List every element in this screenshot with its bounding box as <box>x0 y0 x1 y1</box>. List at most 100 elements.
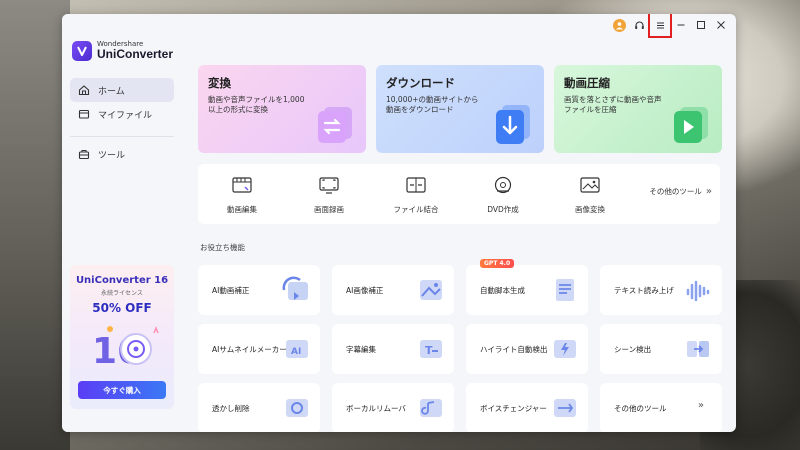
sidebar-item-home[interactable]: ホーム <box>70 78 174 102</box>
chevron-right-icon: » <box>705 186 712 197</box>
script-icon <box>556 279 574 301</box>
card-label: テキスト読み上げ <box>614 286 674 295</box>
menu-button[interactable] <box>648 14 672 38</box>
card-label: ハイライト自動検出 <box>480 345 548 354</box>
card-script-generator[interactable]: GPT 4.0 自動脚本生成 <box>466 259 588 315</box>
video-edit-icon <box>232 177 252 193</box>
card-label: 自動脚本生成 <box>480 286 525 295</box>
product-name: UniConverter <box>97 47 174 61</box>
image-convert-icon <box>580 177 600 193</box>
ai-image-enhance-icon <box>420 280 442 300</box>
tool-file-merge[interactable]: ファイル結合 <box>376 176 456 215</box>
home-icon <box>78 85 90 96</box>
tool-label: 画面録画 <box>314 205 344 214</box>
voice-changer-icon <box>554 399 576 417</box>
card-label: ボーカルリムーバ <box>346 404 406 413</box>
sidebar-divider <box>70 136 174 137</box>
tools-bar: 動画編集 画面録画 ファイル結合 DVD作成 画像変換 その他のツール » <box>198 164 720 224</box>
card-label: シーン検出 <box>614 345 652 354</box>
tool-video-edit[interactable]: 動画編集 <box>202 176 282 215</box>
card-label: AI画像補正 <box>346 286 384 295</box>
scene-icon <box>687 341 709 357</box>
feature-description: 画質を落とさずに動画や音声ファイルを圧縮 <box>564 95 662 114</box>
tool-label: DVD作成 <box>487 205 519 214</box>
highlight-icon <box>554 340 576 358</box>
tool-image-convert[interactable]: 画像変換 <box>550 176 630 215</box>
minimize-icon <box>677 24 685 26</box>
tool-label: ファイル結合 <box>393 205 439 214</box>
headset-icon <box>634 20 644 29</box>
feature-description: 10,000+の動画サイトから動画をダウンロード <box>386 95 479 114</box>
buy-now-button[interactable]: 今すぐ購入 <box>78 381 166 399</box>
promo-offer: 50% OFF <box>92 301 152 315</box>
card-voice-changer[interactable]: ボイスチェンジャー <box>466 383 588 432</box>
feature-card-compress[interactable]: 動画圧縮 画質を落とさずに動画や音声ファイルを圧縮 <box>554 65 722 153</box>
compress-icon <box>674 107 708 143</box>
close-button[interactable] <box>712 16 730 34</box>
folder-icon <box>78 109 90 119</box>
tts-icon <box>686 280 710 302</box>
more-tools-button[interactable]: その他のツール » <box>649 186 712 197</box>
sidebar-item-label: ホーム <box>98 86 125 97</box>
ai-video-enhance-icon <box>282 276 308 300</box>
card-label: 透かし削除 <box>212 404 250 413</box>
app-window: Wondershare UniConverter ホーム マイファイル ツール … <box>62 14 736 432</box>
sidebar-item-myfiles[interactable]: マイファイル <box>70 102 174 126</box>
tool-label: 動画編集 <box>227 205 257 214</box>
support-button[interactable] <box>630 16 648 34</box>
promo-banner[interactable]: UniConverter 16 永続ライセンス 50% OFF 16 今すぐ購入 <box>70 265 174 409</box>
card-ai-thumbnail[interactable]: AIサムネイルメーカー AI <box>198 324 320 374</box>
promo-illustration: 16 <box>70 319 174 372</box>
download-icon <box>496 105 530 144</box>
merge-icon <box>406 177 426 193</box>
tool-dvd[interactable]: DVD作成 <box>463 176 543 215</box>
dvd-icon <box>494 176 512 194</box>
avatar-icon <box>612 18 626 32</box>
thumbnail-icon: AI <box>286 340 308 358</box>
feature-title: 動画圧縮 <box>564 76 610 90</box>
feature-title: ダウンロード <box>386 76 455 90</box>
toolbox-icon <box>78 150 90 160</box>
hamburger-menu-icon <box>656 22 664 28</box>
card-more-tools[interactable]: その他のツール » <box>600 383 722 432</box>
card-subtitle-edit[interactable]: 字幕編集 T <box>332 324 454 374</box>
svg-text:T: T <box>425 344 433 357</box>
feature-card-convert[interactable]: 変換 動画や音声ファイルを1,000以上の形式に変換 <box>198 65 366 153</box>
card-ai-image-enhance[interactable]: AI画像補正 <box>332 265 454 315</box>
logo-icon <box>72 40 92 61</box>
feature-card-download[interactable]: ダウンロード 10,000+の動画サイトから動画をダウンロード <box>376 65 544 153</box>
subtitle-icon: T <box>420 340 442 358</box>
maximize-button[interactable] <box>692 16 710 34</box>
convert-icon <box>318 107 352 143</box>
watermark-icon <box>286 399 308 417</box>
card-label: 字幕編集 <box>346 345 376 354</box>
card-text-to-speech[interactable]: テキスト読み上げ <box>600 265 722 315</box>
card-label: その他のツール <box>614 404 667 413</box>
section-title: お役立ち機能 <box>200 243 245 252</box>
tool-screen-record[interactable]: 画面録画 <box>289 176 369 215</box>
card-vocal-remover[interactable]: ボーカルリムーバ <box>332 383 454 432</box>
card-label: ボイスチェンジャー <box>480 404 547 413</box>
account-button[interactable] <box>610 16 628 34</box>
gpt-badge: GPT 4.0 <box>480 259 515 268</box>
maximize-icon <box>697 21 705 29</box>
card-scene-detect[interactable]: シーン検出 <box>600 324 722 374</box>
sidebar-item-tools[interactable]: ツール <box>70 142 174 166</box>
card-watermark-remove[interactable]: 透かし削除 <box>198 383 320 432</box>
vocal-icon <box>420 399 442 417</box>
main-content: 変換 動画や音声ファイルを1,000以上の形式に変換 ダウンロード 10,000… <box>188 14 736 432</box>
promo-title: UniConverter 16 <box>75 275 169 286</box>
background-left <box>0 0 70 450</box>
card-highlight-detect[interactable]: ハイライト自動検出 <box>466 324 588 374</box>
screen-record-icon <box>319 177 339 194</box>
minimize-button[interactable] <box>672 16 690 34</box>
feature-title: 変換 <box>208 76 231 90</box>
sidebar-item-label: マイファイル <box>98 110 153 121</box>
card-ai-video-enhance[interactable]: AI動画補正 <box>198 265 320 315</box>
window-controls <box>608 14 730 38</box>
app-logo: Wondershare UniConverter <box>72 40 173 61</box>
chevron-right-icon: » <box>697 400 704 411</box>
sidebar: Wondershare UniConverter ホーム マイファイル ツール … <box>62 14 188 432</box>
more-tools-label: その他のツール <box>649 187 702 196</box>
promo-subtitle: 永続ライセンス <box>101 290 143 297</box>
